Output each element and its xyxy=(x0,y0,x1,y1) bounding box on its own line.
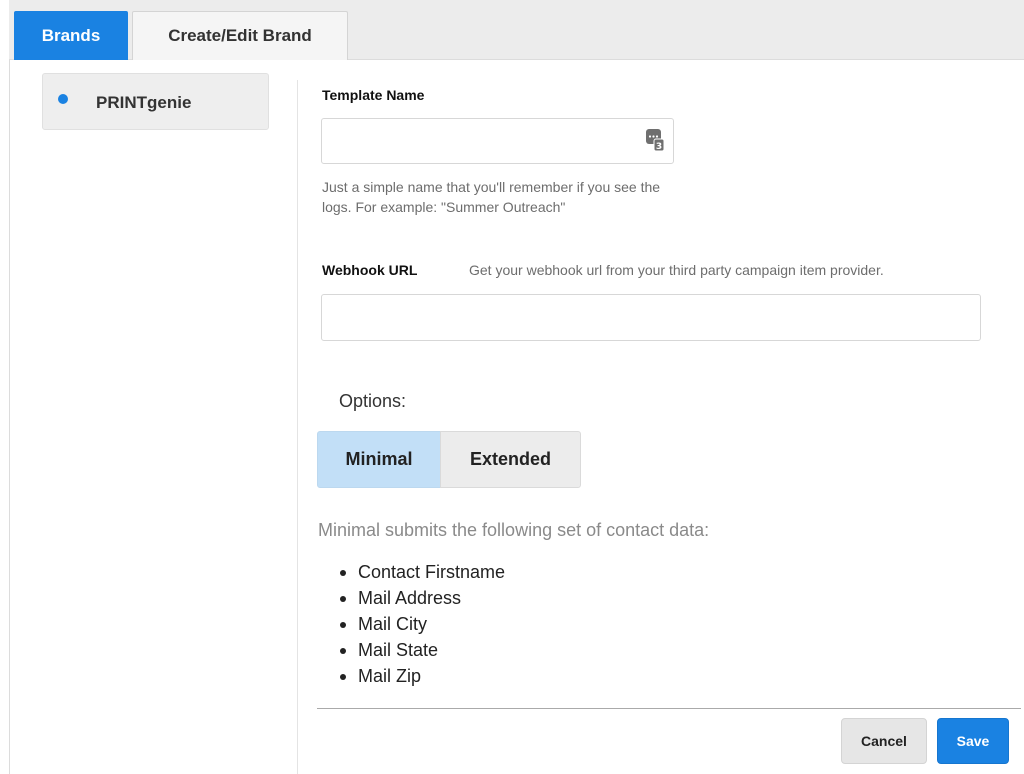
bullet-icon xyxy=(340,622,346,628)
list-item: Mail Zip xyxy=(339,663,505,689)
webhook-url-help: Get your webhook url from your third par… xyxy=(469,262,884,278)
field-label: Contact Firstname xyxy=(358,562,506,582)
bullet-icon xyxy=(340,674,346,680)
bullet-icon xyxy=(340,570,346,576)
field-label: Mail Address xyxy=(358,588,462,608)
template-name-input[interactable] xyxy=(321,118,674,164)
list-item: Contact Firstname xyxy=(339,559,505,585)
bullet-icon xyxy=(340,596,346,602)
vertical-divider xyxy=(297,80,298,774)
webhook-url-input[interactable] xyxy=(321,294,981,341)
list-item: Mail Address xyxy=(339,585,505,611)
brand-label: PRINTgenie xyxy=(96,93,192,112)
cancel-button[interactable]: Cancel xyxy=(841,718,927,764)
field-label: Mail City xyxy=(358,614,428,634)
template-name-help: Just a simple name that you'll remember … xyxy=(322,179,661,215)
svg-text:3: 3 xyxy=(656,142,662,152)
option-extended-button[interactable]: Extended xyxy=(440,431,581,488)
brand-list-item-printgenie[interactable]: PRINTgenie xyxy=(42,73,269,130)
selected-dot-icon xyxy=(58,94,68,104)
footer-divider xyxy=(317,708,1021,709)
tab-brands[interactable]: Brands xyxy=(14,11,128,60)
field-label: Mail Zip xyxy=(358,666,422,686)
template-name-label: Template Name xyxy=(322,87,425,103)
bullet-icon xyxy=(340,648,346,654)
list-item: Mail City xyxy=(339,611,505,637)
save-button[interactable]: Save xyxy=(937,718,1009,764)
tab-create-edit-brand[interactable]: Create/Edit Brand xyxy=(132,11,348,60)
contact-field-list: Contact Firstname Mail Address Mail City… xyxy=(339,559,505,689)
list-item: Mail State xyxy=(339,637,505,663)
webhook-url-label: Webhook URL xyxy=(322,262,418,278)
options-summary: Minimal submits the following set of con… xyxy=(318,520,710,540)
field-label: Mail State xyxy=(358,640,439,660)
options-label: Options: xyxy=(339,391,407,411)
tab-bar: Brands Create/Edit Brand xyxy=(9,0,1024,60)
option-minimal-button[interactable]: Minimal xyxy=(317,431,441,488)
panel-border xyxy=(9,60,10,774)
password-manager-icon[interactable]: 3 xyxy=(645,128,665,152)
